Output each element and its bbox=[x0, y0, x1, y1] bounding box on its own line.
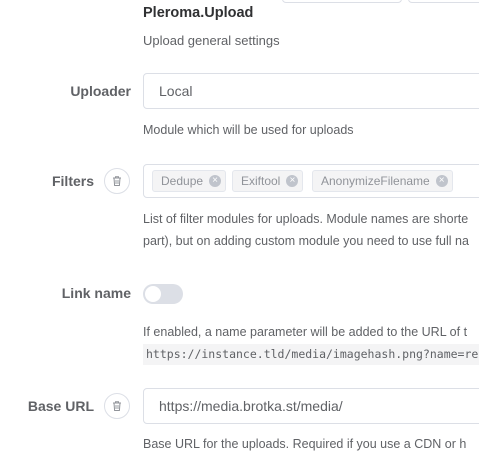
link-name-toggle[interactable] bbox=[143, 284, 183, 304]
partial-input-top-left bbox=[282, 0, 402, 3]
filter-tag: AnonymizeFilename × bbox=[312, 170, 453, 192]
close-circle-icon[interactable]: × bbox=[209, 175, 222, 187]
link-name-example: https://instance.tld/media/imagehash.png… bbox=[143, 344, 479, 365]
filters-label: Filters bbox=[51, 173, 94, 189]
section-description: Upload general settings bbox=[143, 33, 280, 48]
base-url-value: https://media.brotka.st/media/ bbox=[159, 398, 343, 414]
toggle-knob bbox=[145, 286, 161, 302]
section-title: Pleroma.Upload bbox=[143, 5, 254, 21]
uploader-value: Local bbox=[159, 83, 193, 99]
base-url-delete-button[interactable] bbox=[104, 393, 130, 419]
filters-delete-button[interactable] bbox=[104, 168, 130, 194]
filters-select[interactable]: Dedupe × Exiftool × AnonymizeFilename × bbox=[143, 164, 479, 198]
filters-description-line1: List of filter modules for uploads. Modu… bbox=[143, 212, 469, 226]
base-url-label: Base URL bbox=[27, 398, 94, 414]
filter-tag: Dedupe × bbox=[152, 170, 227, 192]
close-circle-icon[interactable]: × bbox=[286, 175, 299, 187]
filter-tag: Exiftool × bbox=[232, 170, 304, 192]
filter-tag-label: Dedupe bbox=[161, 174, 204, 188]
link-name-description: If enabled, a name parameter will be add… bbox=[143, 325, 468, 339]
partial-input-top-right bbox=[408, 0, 479, 3]
filter-tag-label: AnonymizeFilename bbox=[321, 174, 430, 188]
link-name-label: Link name bbox=[61, 285, 131, 301]
filter-tag-label: Exiftool bbox=[241, 174, 281, 188]
uploader-description: Module which will be used for uploads bbox=[143, 123, 354, 137]
close-circle-icon[interactable]: × bbox=[435, 175, 448, 187]
trash-icon bbox=[113, 176, 121, 186]
base-url-input[interactable]: https://media.brotka.st/media/ bbox=[143, 388, 479, 424]
trash-icon bbox=[113, 401, 121, 411]
base-url-description: Base URL for the uploads. Required if yo… bbox=[143, 437, 467, 451]
uploader-label: Uploader bbox=[70, 83, 131, 99]
filters-description-line2: part), but on adding custom module you n… bbox=[143, 234, 469, 248]
uploader-input[interactable]: Local bbox=[143, 73, 479, 109]
